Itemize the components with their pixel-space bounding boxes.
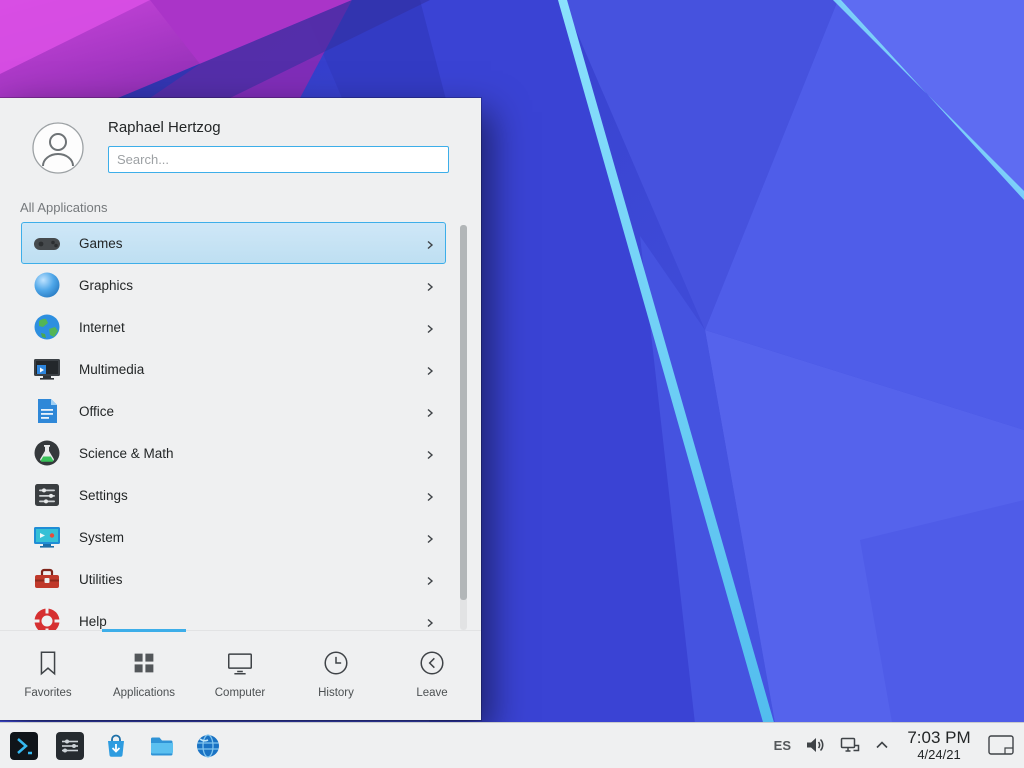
category-label: Office: [79, 404, 114, 419]
chevron-right-icon: [424, 532, 436, 544]
taskbar-panel: ES 7:03 PM 4/24/21: [0, 722, 1024, 768]
office-icon: [31, 395, 63, 427]
avatar[interactable]: [32, 122, 84, 174]
application-launcher: Raphael Hertzog All Applications Games G…: [0, 98, 481, 720]
tab-label: History: [318, 687, 354, 699]
web-browser-icon[interactable]: [194, 732, 222, 760]
settings-terminal-icon[interactable]: [56, 732, 84, 760]
internet-icon: [31, 311, 63, 343]
games-icon: [31, 227, 63, 259]
clock-date: 4/24/21: [903, 748, 975, 763]
category-settings[interactable]: Settings: [21, 474, 446, 516]
launcher-tabbar: Favorites Applications Computer History: [0, 630, 481, 720]
leave-icon: [417, 648, 447, 678]
discover-icon[interactable]: [102, 732, 130, 760]
scrollbar-track[interactable]: [460, 225, 467, 630]
section-label: All Applications: [20, 200, 107, 215]
category-utilities[interactable]: Utilities: [21, 558, 446, 600]
show-desktop-icon[interactable]: [988, 735, 1014, 755]
taskbar-launchers: [0, 732, 222, 760]
applications-grid-icon: [129, 648, 159, 678]
computer-monitor-icon: [225, 648, 255, 678]
category-help[interactable]: Help: [21, 600, 446, 630]
graphics-icon: [31, 269, 63, 301]
chevron-right-icon: [424, 490, 436, 502]
category-games[interactable]: Games: [21, 222, 446, 264]
network-icon[interactable]: [839, 734, 861, 756]
help-icon: [31, 605, 63, 630]
settings-icon: [31, 479, 63, 511]
utilities-icon: [31, 563, 63, 595]
category-label: Utilities: [79, 572, 123, 587]
tab-label: Computer: [215, 687, 266, 699]
tab-label: Favorites: [24, 687, 71, 699]
category-label: Games: [79, 236, 123, 251]
chevron-right-icon: [424, 448, 436, 460]
category-label: Help: [79, 614, 107, 629]
category-label: Internet: [79, 320, 125, 335]
category-label: Graphics: [79, 278, 133, 293]
category-label: Multimedia: [79, 362, 144, 377]
tab-label: Leave: [416, 687, 447, 699]
tab-history[interactable]: History: [288, 631, 384, 721]
chevron-right-icon: [424, 364, 436, 376]
tab-label: Applications: [113, 687, 175, 699]
keyboard-layout-indicator[interactable]: ES: [774, 738, 791, 753]
chevron-right-icon: [424, 616, 436, 628]
chevron-right-icon: [424, 322, 436, 334]
category-list: Games Graphics Internet: [21, 222, 446, 630]
category-science-math[interactable]: Science & Math: [21, 432, 446, 474]
chevron-right-icon: [424, 406, 436, 418]
category-system[interactable]: System: [21, 516, 446, 558]
category-office[interactable]: Office: [21, 390, 446, 432]
search-input[interactable]: [108, 146, 449, 173]
app-launcher-icon[interactable]: [10, 732, 38, 760]
history-clock-icon: [321, 648, 351, 678]
system-tray: ES 7:03 PM 4/24/21: [774, 728, 1024, 762]
chevron-right-icon: [424, 238, 436, 250]
tab-favorites[interactable]: Favorites: [0, 631, 96, 721]
clock-time: 7:03 PM: [903, 728, 975, 748]
system-icon: [31, 521, 63, 553]
desktop: Raphael Hertzog All Applications Games G…: [0, 0, 1024, 768]
category-label: System: [79, 530, 124, 545]
digital-clock[interactable]: 7:03 PM 4/24/21: [903, 728, 975, 762]
category-label: Science & Math: [79, 446, 174, 461]
science-icon: [31, 437, 63, 469]
category-internet[interactable]: Internet: [21, 306, 446, 348]
scrollbar-thumb[interactable]: [460, 225, 467, 600]
favorites-bookmark-icon: [33, 648, 63, 678]
tab-computer[interactable]: Computer: [192, 631, 288, 721]
chevron-right-icon: [424, 280, 436, 292]
chevron-right-icon: [424, 574, 436, 586]
file-manager-icon[interactable]: [148, 732, 176, 760]
tab-applications[interactable]: Applications: [96, 631, 192, 721]
multimedia-icon: [31, 353, 63, 385]
volume-icon[interactable]: [804, 734, 826, 756]
category-label: Settings: [79, 488, 128, 503]
tab-leave[interactable]: Leave: [384, 631, 480, 721]
category-multimedia[interactable]: Multimedia: [21, 348, 446, 390]
expand-caret-icon[interactable]: [874, 737, 890, 753]
category-graphics[interactable]: Graphics: [21, 264, 446, 306]
user-name: Raphael Hertzog: [108, 119, 221, 136]
